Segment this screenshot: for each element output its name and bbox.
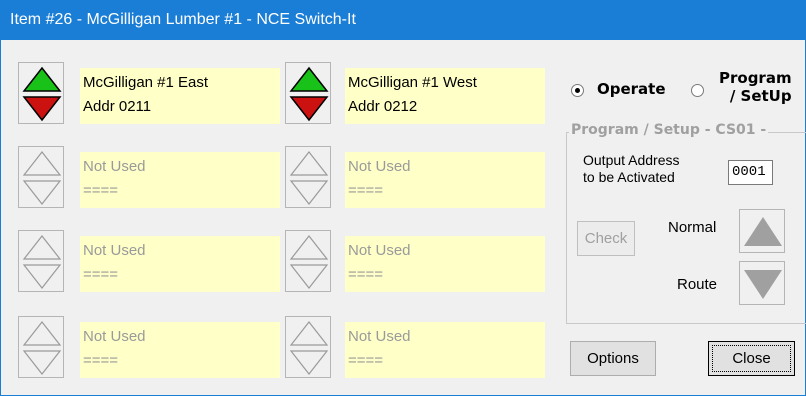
switch-8-name: Not Used	[348, 328, 411, 345]
program-setup-label[interactable]: Program / SetUp	[719, 69, 792, 105]
switch-5-label: Not Used ====	[80, 236, 280, 292]
program-label-line2: / SetUp	[729, 87, 792, 105]
route-label: Route	[677, 276, 718, 293]
switch-1-label: McGilligan #1 East Addr 0211	[80, 68, 280, 124]
switch-1-up-arrow-icon[interactable]	[22, 66, 62, 92]
switch-2-down-arrow-icon[interactable]	[289, 96, 329, 122]
focus-ring	[712, 345, 791, 372]
output-label-line1: Output Address	[583, 152, 680, 168]
switch-3-address: ====	[83, 182, 119, 199]
switch-4-up-arrow-icon[interactable]	[289, 151, 329, 176]
title-bar[interactable]: Item #26 - McGilligan Lumber #1 - NCE Sw…	[0, 0, 806, 40]
radio-selected-dot	[575, 88, 580, 93]
normal-up-arrow-icon	[744, 217, 782, 246]
operate-radio[interactable]	[571, 84, 584, 97]
switch-4-buttons	[285, 146, 331, 208]
switch-4-name: Not Used	[348, 158, 411, 175]
output-address-label: Output Address to be Activated	[583, 152, 680, 186]
normal-label: Normal	[668, 219, 717, 236]
switch-3-down-arrow-icon[interactable]	[22, 180, 62, 205]
program-setup-radio[interactable]	[691, 84, 704, 97]
switch-1-buttons	[18, 62, 64, 124]
switch-2-buttons	[285, 62, 331, 124]
switch-6-label: Not Used ====	[345, 236, 545, 292]
switch-7-label: Not Used ====	[80, 322, 280, 378]
output-address-input[interactable]: 0001	[728, 160, 773, 185]
switch-6-buttons	[285, 230, 331, 292]
switch-4-address: ====	[348, 182, 384, 199]
switch-2-address: Addr 0212	[348, 98, 418, 115]
output-label-line2: to be Activated	[583, 169, 675, 185]
switch-5-down-arrow-icon[interactable]	[22, 264, 62, 289]
switch-5-buttons	[18, 230, 64, 292]
switch-1-name: McGilligan #1 East	[83, 74, 209, 91]
switch-4-down-arrow-icon[interactable]	[289, 180, 329, 205]
close-button[interactable]: Close	[708, 341, 795, 376]
switch-8-address: ====	[348, 352, 384, 369]
switch-7-up-arrow-icon[interactable]	[22, 321, 62, 346]
switch-3-up-arrow-icon[interactable]	[22, 151, 62, 176]
route-button[interactable]	[739, 261, 785, 305]
window-title: Item #26 - McGilligan Lumber #1 - NCE Sw…	[10, 11, 356, 28]
switch-3-name: Not Used	[83, 158, 146, 175]
switch-8-buttons	[285, 316, 331, 378]
switch-7-buttons	[18, 316, 64, 378]
switch-5-name: Not Used	[83, 242, 146, 259]
switch-1-down-arrow-icon[interactable]	[22, 96, 62, 122]
switch-7-down-arrow-icon[interactable]	[22, 350, 62, 375]
switch-3-buttons	[18, 146, 64, 208]
program-label-line1: Program	[719, 69, 792, 87]
options-button[interactable]: Options	[570, 341, 656, 376]
switch-4-label: Not Used ====	[345, 152, 545, 208]
switch-5-up-arrow-icon[interactable]	[22, 235, 62, 260]
switch-1-address: Addr 0211	[83, 98, 152, 115]
operate-label[interactable]: Operate	[597, 80, 666, 98]
switch-8-up-arrow-icon[interactable]	[289, 321, 329, 346]
switch-2-label: McGilligan #1 West Addr 0212	[345, 68, 545, 124]
switch-2-up-arrow-icon[interactable]	[289, 66, 329, 92]
switch-7-address: ====	[83, 352, 119, 369]
switch-6-up-arrow-icon[interactable]	[289, 235, 329, 260]
switch-5-address: ====	[83, 266, 119, 283]
check-button[interactable]: Check	[577, 221, 635, 256]
program-setup-title: Program / Setup - CS01 -	[569, 122, 769, 138]
switch-2-name: McGilligan #1 West	[348, 74, 477, 91]
switch-it-window: Item #26 - McGilligan Lumber #1 - NCE Sw…	[0, 0, 806, 396]
switch-6-address: ====	[348, 266, 384, 283]
switch-6-name: Not Used	[348, 242, 411, 259]
switch-7-name: Not Used	[83, 328, 146, 345]
normal-button[interactable]	[739, 209, 785, 253]
switch-8-label: Not Used ====	[345, 322, 545, 378]
switch-3-label: Not Used ====	[80, 152, 280, 208]
route-down-arrow-icon	[744, 270, 782, 299]
switch-6-down-arrow-icon[interactable]	[289, 264, 329, 289]
switch-8-down-arrow-icon[interactable]	[289, 350, 329, 375]
